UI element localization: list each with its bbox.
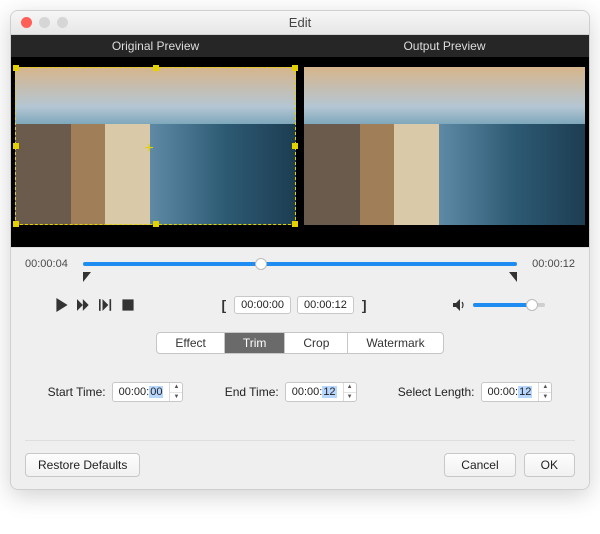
set-in-point-button[interactable]: [: [220, 297, 229, 313]
play-button[interactable]: [55, 298, 69, 312]
volume-fill: [473, 303, 532, 307]
volume-icon[interactable]: [453, 298, 467, 312]
timeline-slider[interactable]: [83, 262, 517, 266]
tab-trim[interactable]: Trim: [225, 333, 286, 353]
trim-in-marker[interactable]: [83, 272, 93, 282]
crop-handle-b[interactable]: [153, 221, 159, 227]
stepper-down-icon[interactable]: ▼: [539, 393, 551, 402]
start-time-stepper[interactable]: ▲▼: [169, 383, 182, 401]
stepper-down-icon[interactable]: ▼: [170, 393, 182, 402]
set-out-point-button[interactable]: ]: [360, 297, 369, 313]
select-length-stepper[interactable]: ▲▼: [538, 383, 551, 401]
start-time-input[interactable]: 00:00:00 ▲▼: [112, 382, 184, 402]
stepper-up-icon[interactable]: ▲: [539, 383, 551, 393]
output-preview-label: Output Preview: [300, 35, 589, 57]
stepper-up-icon[interactable]: ▲: [344, 383, 356, 393]
preview-area: +: [11, 57, 589, 247]
tab-segment: Effect Trim Crop Watermark: [156, 332, 443, 354]
minimize-window-button[interactable]: [39, 17, 50, 28]
timeline-thumb[interactable]: [255, 258, 267, 270]
close-window-button[interactable]: [21, 17, 32, 28]
restore-defaults-button[interactable]: Restore Defaults: [25, 453, 140, 477]
output-frame-image: [304, 67, 585, 225]
duration-time: 00:00:12: [527, 258, 575, 270]
tabs: Effect Trim Crop Watermark: [25, 332, 575, 354]
dialog-window: Edit Original Preview Output Preview +: [10, 10, 590, 490]
stop-button[interactable]: [121, 298, 135, 312]
trim-fields: Start Time: 00:00:00 ▲▼ End Time: 00:00:…: [25, 382, 575, 402]
start-time-label: Start Time:: [48, 385, 106, 399]
trim-range-markers: [25, 270, 575, 282]
preview-header: Original Preview Output Preview: [11, 35, 589, 57]
tab-watermark[interactable]: Watermark: [348, 333, 442, 353]
stepper-down-icon[interactable]: ▼: [344, 393, 356, 402]
crop-handle-tr[interactable]: [292, 65, 298, 71]
crop-handle-r[interactable]: [292, 143, 298, 149]
end-time-field: End Time: 00:00:12 ▲▼: [225, 382, 357, 402]
stepper-up-icon[interactable]: ▲: [170, 383, 182, 393]
step-frame-button[interactable]: [99, 298, 113, 312]
in-point-display: 00:00:00: [234, 296, 291, 314]
timeline-row: 00:00:04 00:00:12: [25, 258, 575, 270]
crop-handle-tl[interactable]: [13, 65, 19, 71]
volume-control: [453, 298, 545, 312]
footer: Restore Defaults Cancel OK: [25, 440, 575, 477]
crop-handle-t[interactable]: [153, 65, 159, 71]
select-length-label: Select Length:: [398, 385, 475, 399]
titlebar: Edit: [11, 11, 589, 35]
volume-thumb[interactable]: [526, 299, 538, 311]
end-time-stepper[interactable]: ▲▼: [343, 383, 356, 401]
tab-effect[interactable]: Effect: [157, 333, 224, 353]
fast-forward-button[interactable]: [77, 298, 91, 312]
original-preview[interactable]: +: [11, 57, 300, 247]
output-preview: [300, 57, 589, 247]
window-title: Edit: [19, 15, 581, 30]
volume-slider[interactable]: [473, 303, 545, 307]
playhead-time: 00:00:04: [25, 258, 73, 270]
original-preview-label: Original Preview: [11, 35, 300, 57]
crop-selection[interactable]: +: [15, 67, 296, 225]
end-time-input[interactable]: 00:00:12 ▲▼: [285, 382, 357, 402]
trim-bracket-group: [ 00:00:00 00:00:12 ]: [220, 296, 369, 314]
trim-out-marker[interactable]: [507, 272, 517, 282]
controls-panel: 00:00:04 00:00:12 [ 00:00:00 00:00:12 ]: [11, 247, 589, 489]
cancel-button[interactable]: Cancel: [444, 453, 515, 477]
select-length-field: Select Length: 00:00:12 ▲▼: [398, 382, 553, 402]
window-controls: [21, 17, 68, 28]
select-length-input[interactable]: 00:00:12 ▲▼: [481, 382, 553, 402]
out-point-display: 00:00:12: [297, 296, 354, 314]
crosshair-icon: +: [144, 140, 153, 158]
playback-row: [ 00:00:00 00:00:12 ]: [25, 296, 575, 314]
crop-handle-l[interactable]: [13, 143, 19, 149]
ok-button[interactable]: OK: [524, 453, 575, 477]
start-time-field: Start Time: 00:00:00 ▲▼: [48, 382, 184, 402]
crop-handle-br[interactable]: [292, 221, 298, 227]
tab-crop[interactable]: Crop: [285, 333, 348, 353]
crop-handle-bl[interactable]: [13, 221, 19, 227]
end-time-label: End Time:: [225, 385, 279, 399]
zoom-window-button[interactable]: [57, 17, 68, 28]
